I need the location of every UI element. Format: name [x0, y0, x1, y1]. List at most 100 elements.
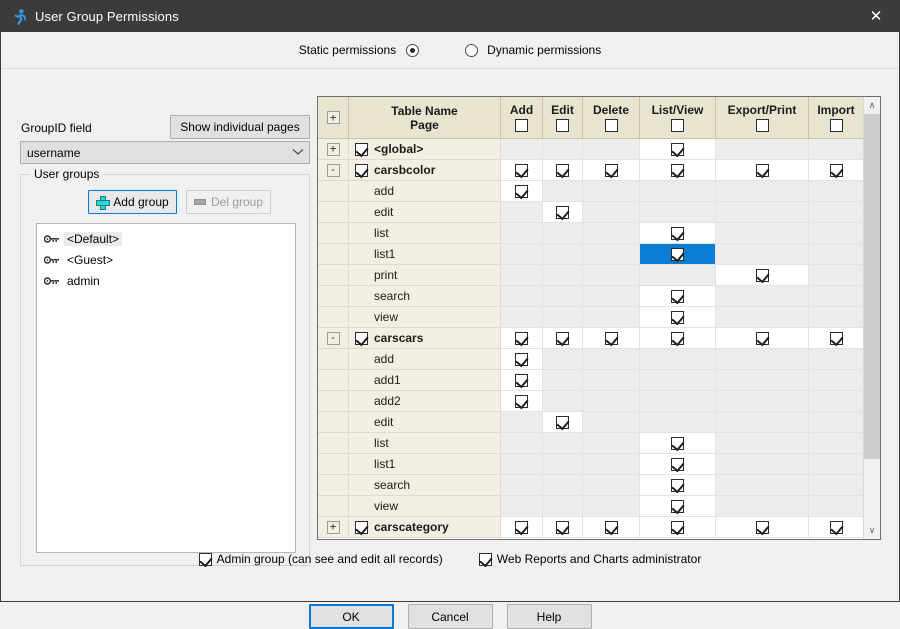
permission-checkbox[interactable] [671, 458, 684, 471]
permission-cell[interactable] [501, 475, 543, 496]
list-item[interactable]: <Guest> [37, 249, 295, 270]
permission-cell[interactable] [640, 496, 716, 517]
expand-all-icon[interactable]: + [327, 111, 340, 124]
permission-cell[interactable] [543, 139, 583, 160]
add-group-button[interactable]: Add group [88, 190, 177, 214]
permission-checkbox[interactable] [605, 332, 618, 345]
permission-cell[interactable] [640, 307, 716, 328]
permission-cell[interactable] [809, 496, 863, 517]
permission-cell[interactable] [501, 181, 543, 202]
dynamic-permissions-option[interactable]: Dynamic permissions [465, 43, 601, 57]
row-name-cell[interactable]: <global> [349, 139, 501, 160]
permission-cell[interactable] [543, 265, 583, 286]
permission-cell[interactable] [583, 223, 640, 244]
permission-cell[interactable] [583, 391, 640, 412]
permission-cell[interactable] [809, 244, 863, 265]
permission-checkbox[interactable] [671, 521, 684, 534]
permission-checkbox[interactable] [671, 311, 684, 324]
permission-checkbox[interactable] [830, 332, 843, 345]
row-name-cell[interactable]: print [349, 265, 501, 286]
permission-cell[interactable] [543, 475, 583, 496]
permission-cell[interactable] [543, 349, 583, 370]
admin-group-option[interactable]: Admin group (can see and edit all record… [199, 552, 443, 566]
permission-cell[interactable] [583, 517, 640, 538]
row-name-cell[interactable]: list1 [349, 454, 501, 475]
permission-cell[interactable] [809, 328, 863, 349]
permission-checkbox[interactable] [756, 332, 769, 345]
del-group-button[interactable]: Del group [186, 190, 271, 214]
permission-cell[interactable] [543, 286, 583, 307]
permission-cell[interactable] [809, 412, 863, 433]
permission-cell[interactable] [501, 496, 543, 517]
row-name-cell[interactable]: list1 [349, 244, 501, 265]
collapse-icon[interactable]: - [327, 164, 340, 177]
table-row[interactable]: -carsbcolor [318, 160, 863, 181]
permission-cell[interactable] [716, 475, 809, 496]
column-checkbox-list-view[interactable] [671, 119, 684, 132]
permission-cell[interactable] [716, 139, 809, 160]
permission-checkbox[interactable] [671, 437, 684, 450]
permission-cell[interactable] [809, 139, 863, 160]
expand-icon[interactable]: + [327, 143, 340, 156]
permission-cell[interactable] [501, 349, 543, 370]
permission-cell[interactable] [716, 286, 809, 307]
permission-checkbox[interactable] [605, 521, 618, 534]
permission-checkbox[interactable] [556, 164, 569, 177]
permission-cell[interactable] [543, 454, 583, 475]
permission-cell[interactable] [543, 223, 583, 244]
permission-checkbox[interactable] [671, 332, 684, 345]
permission-cell[interactable] [543, 391, 583, 412]
permission-cell[interactable] [501, 286, 543, 307]
permission-checkbox[interactable] [515, 185, 528, 198]
table-row[interactable]: search [318, 286, 863, 307]
permission-cell[interactable] [809, 517, 863, 538]
web-reports-option[interactable]: Web Reports and Charts administrator [479, 552, 702, 566]
permission-cell[interactable] [543, 328, 583, 349]
permission-cell[interactable] [543, 517, 583, 538]
permission-cell[interactable] [716, 328, 809, 349]
permission-cell[interactable] [716, 517, 809, 538]
permission-checkbox[interactable] [556, 416, 569, 429]
table-row[interactable]: edit [318, 412, 863, 433]
permission-cell[interactable] [501, 328, 543, 349]
table-row[interactable]: search [318, 475, 863, 496]
permission-checkbox[interactable] [515, 395, 528, 408]
permission-cell[interactable] [809, 349, 863, 370]
row-name-cell[interactable]: list [349, 223, 501, 244]
permission-cell[interactable] [640, 139, 716, 160]
ok-button[interactable]: OK [309, 604, 394, 629]
table-row[interactable]: view [318, 307, 863, 328]
list-item[interactable]: <Default> [37, 228, 295, 249]
permission-cell[interactable] [809, 307, 863, 328]
scroll-down-icon[interactable]: ∨ [864, 522, 880, 539]
permission-checkbox[interactable] [556, 521, 569, 534]
permission-cell[interactable] [543, 307, 583, 328]
permission-cell[interactable] [640, 265, 716, 286]
table-row[interactable]: view [318, 496, 863, 517]
permission-checkbox[interactable] [671, 227, 684, 240]
permission-cell[interactable] [640, 433, 716, 454]
permission-cell[interactable] [583, 412, 640, 433]
permission-cell[interactable] [501, 223, 543, 244]
static-permissions-option[interactable]: Static permissions [299, 43, 419, 57]
permission-cell[interactable] [809, 160, 863, 181]
admin-group-checkbox[interactable] [199, 553, 212, 566]
web-reports-checkbox[interactable] [479, 553, 492, 566]
permission-cell[interactable] [640, 328, 716, 349]
table-row[interactable]: add2 [318, 391, 863, 412]
permission-cell[interactable] [640, 370, 716, 391]
permission-cell[interactable] [716, 412, 809, 433]
permission-cell[interactable] [716, 244, 809, 265]
user-groups-list[interactable]: <Default> <Guest> [36, 223, 296, 553]
show-individual-pages-button[interactable]: Show individual pages [170, 115, 310, 139]
permission-checkbox[interactable] [556, 206, 569, 219]
permission-cell[interactable] [583, 349, 640, 370]
permission-cell[interactable] [501, 160, 543, 181]
permission-cell[interactable] [640, 412, 716, 433]
permission-cell[interactable] [583, 328, 640, 349]
expand-icon[interactable]: + [327, 521, 340, 534]
static-permissions-radio[interactable] [406, 44, 419, 57]
cancel-button[interactable]: Cancel [408, 604, 493, 629]
permission-checkbox[interactable] [605, 164, 618, 177]
permission-cell[interactable] [501, 391, 543, 412]
